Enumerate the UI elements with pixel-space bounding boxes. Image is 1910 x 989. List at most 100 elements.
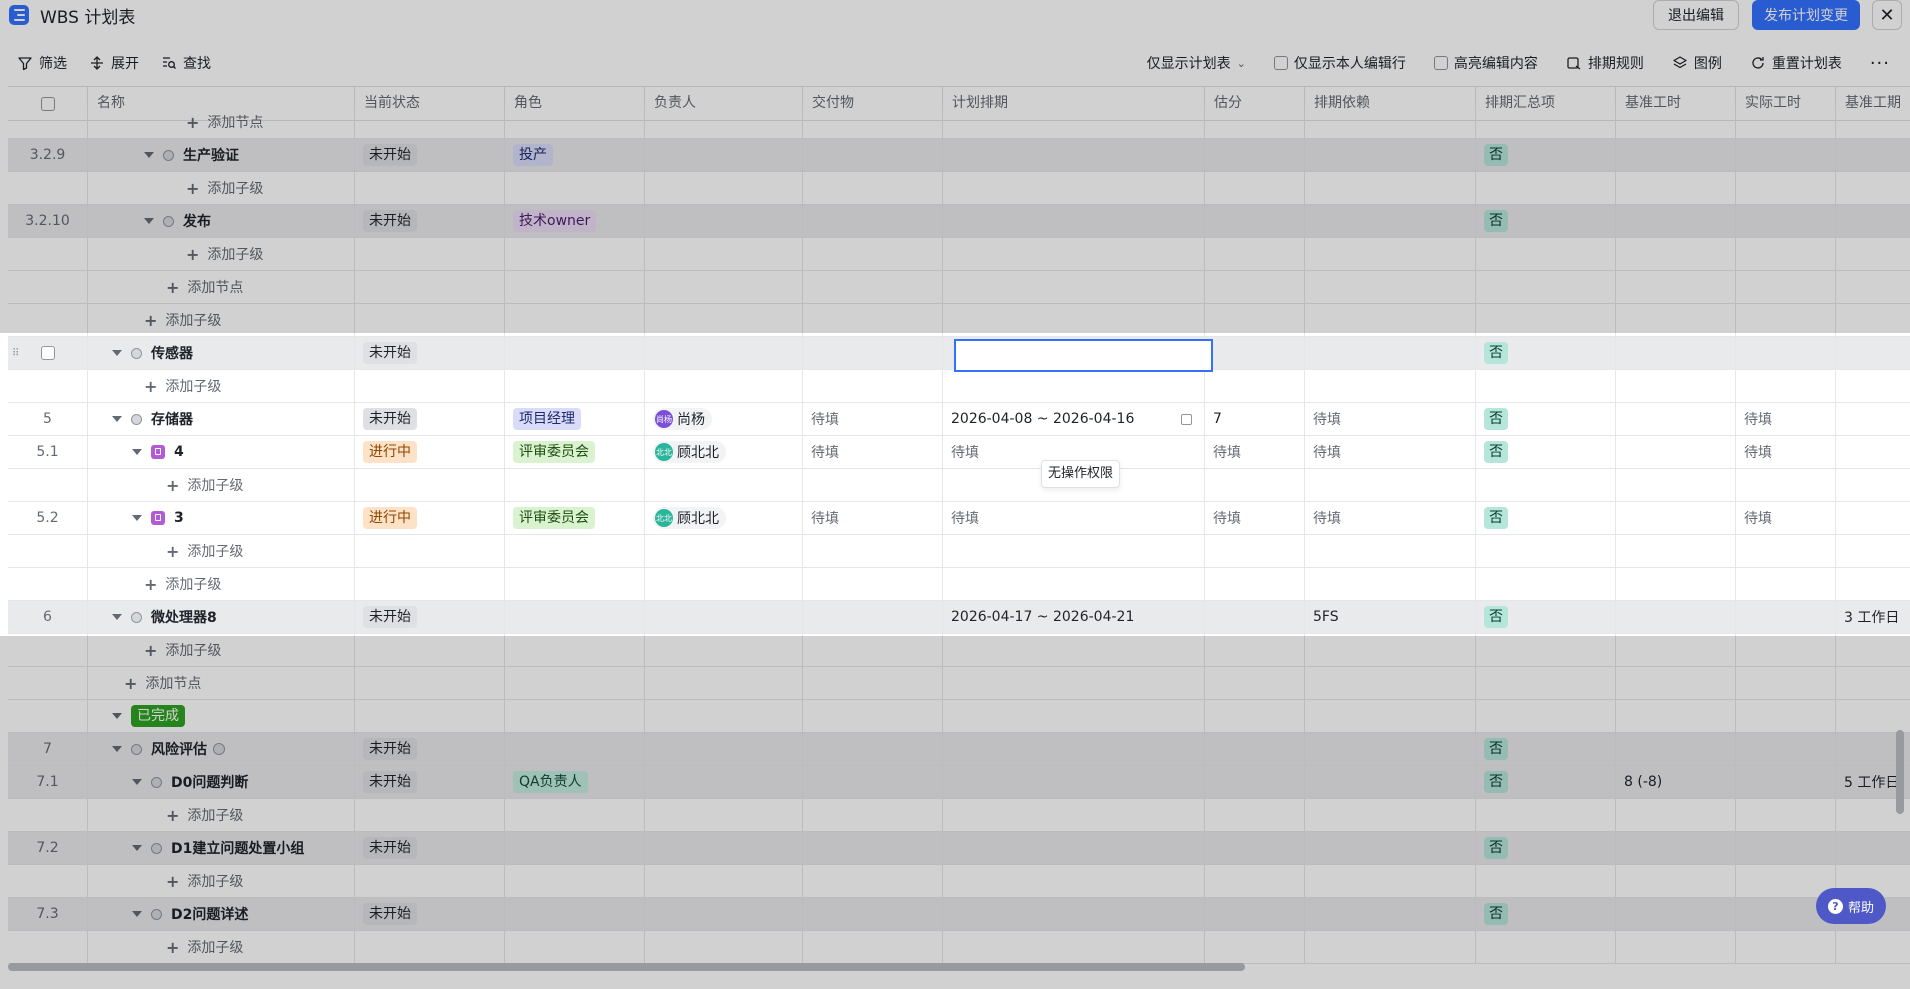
cell-schedule[interactable] (943, 304, 1205, 337)
cell-schedule[interactable] (943, 766, 1205, 799)
cell-actual[interactable] (1736, 271, 1836, 304)
task-name[interactable]: 存储器 (151, 409, 193, 429)
cell-base-duration[interactable] (1836, 832, 1910, 865)
task-name[interactable]: 4 (174, 444, 184, 460)
cell-estimate[interactable] (1205, 601, 1305, 634)
owner-chip[interactable]: 北北 顾北北 (653, 441, 726, 463)
cell-estimate[interactable] (1205, 106, 1305, 139)
cell-owner[interactable] (645, 832, 803, 865)
drag-handle-icon[interactable]: ⠿ (12, 348, 19, 359)
cell-actual[interactable] (1736, 337, 1836, 370)
cell-dependency[interactable] (1305, 535, 1476, 568)
cell-schedule[interactable] (943, 370, 1205, 403)
highlight-toggle[interactable]: 高亮编辑内容 (1433, 53, 1538, 73)
cell-estimate[interactable] (1205, 667, 1305, 700)
cell-actual[interactable] (1736, 931, 1836, 964)
cell-dependency[interactable] (1305, 106, 1476, 139)
cell-name[interactable]: + 添加节点 (88, 271, 355, 304)
cell-actual[interactable] (1736, 634, 1836, 667)
cell-owner[interactable] (645, 139, 803, 172)
cell-actual[interactable]: 待填 (1736, 403, 1836, 436)
cell-status[interactable] (355, 370, 505, 403)
cell-role[interactable] (505, 271, 645, 304)
cell-actual[interactable] (1736, 106, 1836, 139)
cell-owner[interactable] (645, 469, 803, 502)
cell-owner[interactable] (645, 370, 803, 403)
cell-summary[interactable] (1476, 799, 1616, 832)
only-mine-toggle[interactable]: 仅显示本人编辑行 (1273, 53, 1406, 73)
task-name[interactable]: D1建立问题处置小组 (171, 838, 304, 858)
cell-name[interactable]: 存储器 (88, 403, 355, 436)
cell-base-hours[interactable] (1616, 469, 1736, 502)
cell-estimate[interactable] (1205, 931, 1305, 964)
cell-actual[interactable] (1736, 238, 1836, 271)
cell-base-hours[interactable] (1616, 733, 1736, 766)
cell-actual[interactable] (1736, 304, 1836, 337)
add-child-link[interactable]: 添加子级 (165, 574, 221, 594)
cell-base-hours[interactable] (1616, 271, 1736, 304)
cell-schedule[interactable] (943, 535, 1205, 568)
cell-actual[interactable] (1736, 799, 1836, 832)
cell-name[interactable]: 微处理器8 (88, 601, 355, 634)
schedule-rules-button[interactable]: 排期规则 (1566, 53, 1644, 73)
cell-name[interactable]: 传感器 (88, 337, 355, 370)
cell-schedule[interactable] (943, 700, 1205, 733)
task-name[interactable]: 传感器 (151, 343, 193, 363)
cell-status[interactable] (355, 271, 505, 304)
cell-base-hours[interactable] (1616, 898, 1736, 931)
cell-summary[interactable]: 否 (1476, 403, 1616, 436)
task-name[interactable]: 发布 (183, 211, 211, 231)
cell-status[interactable]: 未开始 (355, 832, 505, 865)
cell-summary[interactable] (1476, 238, 1616, 271)
collapse-caret-icon[interactable] (144, 152, 154, 158)
cell-base-hours[interactable] (1616, 667, 1736, 700)
cell-role[interactable]: 技术owner (505, 205, 645, 238)
cell-base-duration[interactable] (1836, 634, 1910, 667)
cell-role[interactable] (505, 634, 645, 667)
cell-summary[interactable] (1476, 667, 1616, 700)
cell-status[interactable] (355, 238, 505, 271)
cell-owner[interactable] (645, 733, 803, 766)
cell-estimate[interactable] (1205, 304, 1305, 337)
cell-base-duration[interactable] (1836, 436, 1910, 469)
cell-owner[interactable]: 尚杨 尚杨 (645, 403, 803, 436)
cell-summary[interactable]: 否 (1476, 898, 1616, 931)
cell-schedule[interactable] (943, 832, 1205, 865)
horizontal-scrollbar[interactable] (8, 963, 1245, 971)
cell-name[interactable]: + 添加子级 (88, 535, 355, 568)
role-tag[interactable]: 评审委员会 (513, 441, 595, 463)
role-tag[interactable]: 投产 (513, 144, 553, 166)
cell-deliverable[interactable] (803, 634, 943, 667)
cell-deliverable[interactable] (803, 304, 943, 337)
cell-name[interactable]: + 添加节点 (88, 106, 355, 139)
cell-dependency[interactable] (1305, 700, 1476, 733)
cell-role[interactable] (505, 733, 645, 766)
cell-base-hours[interactable] (1616, 106, 1736, 139)
cell-base-duration[interactable] (1836, 469, 1910, 502)
owner-chip[interactable]: 北北 顾北北 (653, 507, 726, 529)
collapse-caret-icon[interactable] (144, 218, 154, 224)
cell-dependency[interactable] (1305, 205, 1476, 238)
cell-estimate[interactable] (1205, 238, 1305, 271)
cell-role[interactable] (505, 370, 645, 403)
cell-estimate[interactable] (1205, 568, 1305, 601)
cell-actual[interactable] (1736, 205, 1836, 238)
cell-name[interactable]: + 添加子级 (88, 799, 355, 832)
collapse-caret-icon[interactable] (112, 614, 122, 620)
cell-name[interactable]: + 添加子级 (88, 238, 355, 271)
cell-base-duration[interactable]: 3 工作日 (1836, 601, 1910, 634)
cell-deliverable[interactable]: 待填 (803, 502, 943, 535)
cell-owner[interactable]: 北北 顾北北 (645, 436, 803, 469)
cell-base-duration[interactable] (1836, 535, 1910, 568)
cell-status[interactable] (355, 865, 505, 898)
cell-base-hours[interactable] (1616, 634, 1736, 667)
cell-deliverable[interactable]: 待填 (803, 403, 943, 436)
cell-owner[interactable] (645, 106, 803, 139)
cell-name[interactable]: 已完成 (88, 700, 355, 733)
cell-base-hours[interactable] (1616, 700, 1736, 733)
cell-estimate[interactable] (1205, 205, 1305, 238)
cell-status[interactable]: 未开始 (355, 601, 505, 634)
cell-owner[interactable] (645, 634, 803, 667)
cell-role[interactable] (505, 865, 645, 898)
cell-deliverable[interactable] (803, 766, 943, 799)
